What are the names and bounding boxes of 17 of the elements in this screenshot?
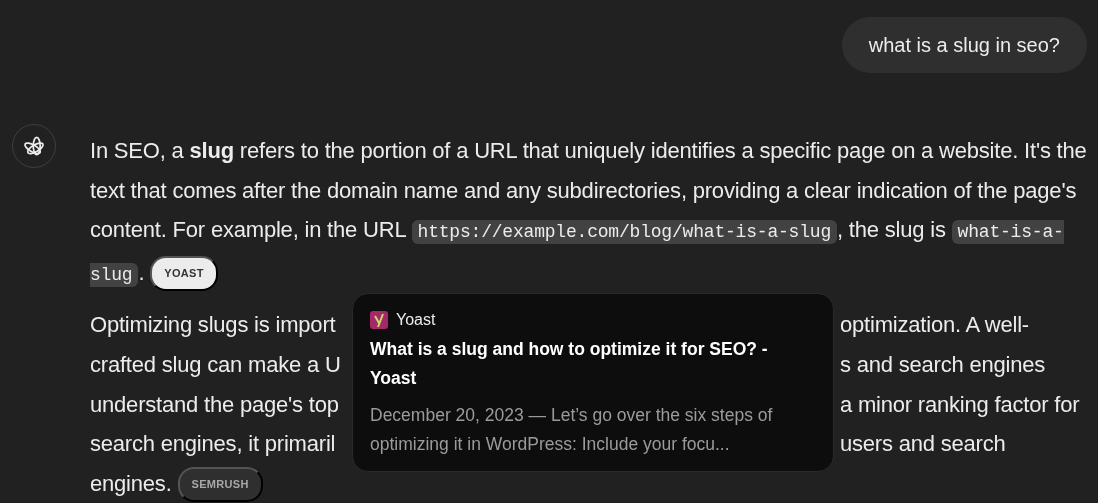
body-text: crafted slug can make a U: [90, 350, 342, 379]
body-text: engines.: [90, 470, 172, 496]
user-message-bubble: what is a slug in seo?: [841, 17, 1087, 73]
citation-button[interactable]: SEMRUSH: [177, 467, 263, 503]
body-text: Optimizing slugs is import: [90, 311, 337, 340]
body-text: users and search: [840, 430, 1007, 459]
body-text: understand the page's top: [90, 390, 340, 419]
body-text: search engines, it primaril: [90, 430, 337, 459]
source-title-link[interactable]: What is a slug and how to optimize it for SEO? - Yoast: [370, 335, 816, 393]
body-text: s and search engines: [840, 350, 1047, 379]
source-name: Yoast: [396, 310, 436, 330]
paragraph-text: In SEO, a slug refers to the portion of a URL that uniquely identifies a specific page on a website. It's the text that comes after the domain name and any subdirectories, providing a clear indication of the page's content. For example, in the URL https://example.com/blog/what-is-a-slug , the slug is what-is-a-slug . YOAST: [90, 131, 1087, 296]
source-snippet: December 20, 2023 — Let’s go over the six steps of optimizing it in WordPress: Include your focu...: [370, 404, 774, 456]
citation-button[interactable]: YOAST: [150, 256, 218, 292]
body-text: optimization. A well-: [840, 311, 1030, 340]
yoast-icon: [370, 311, 388, 329]
body-text: a minor ranking factor for: [840, 390, 1081, 419]
